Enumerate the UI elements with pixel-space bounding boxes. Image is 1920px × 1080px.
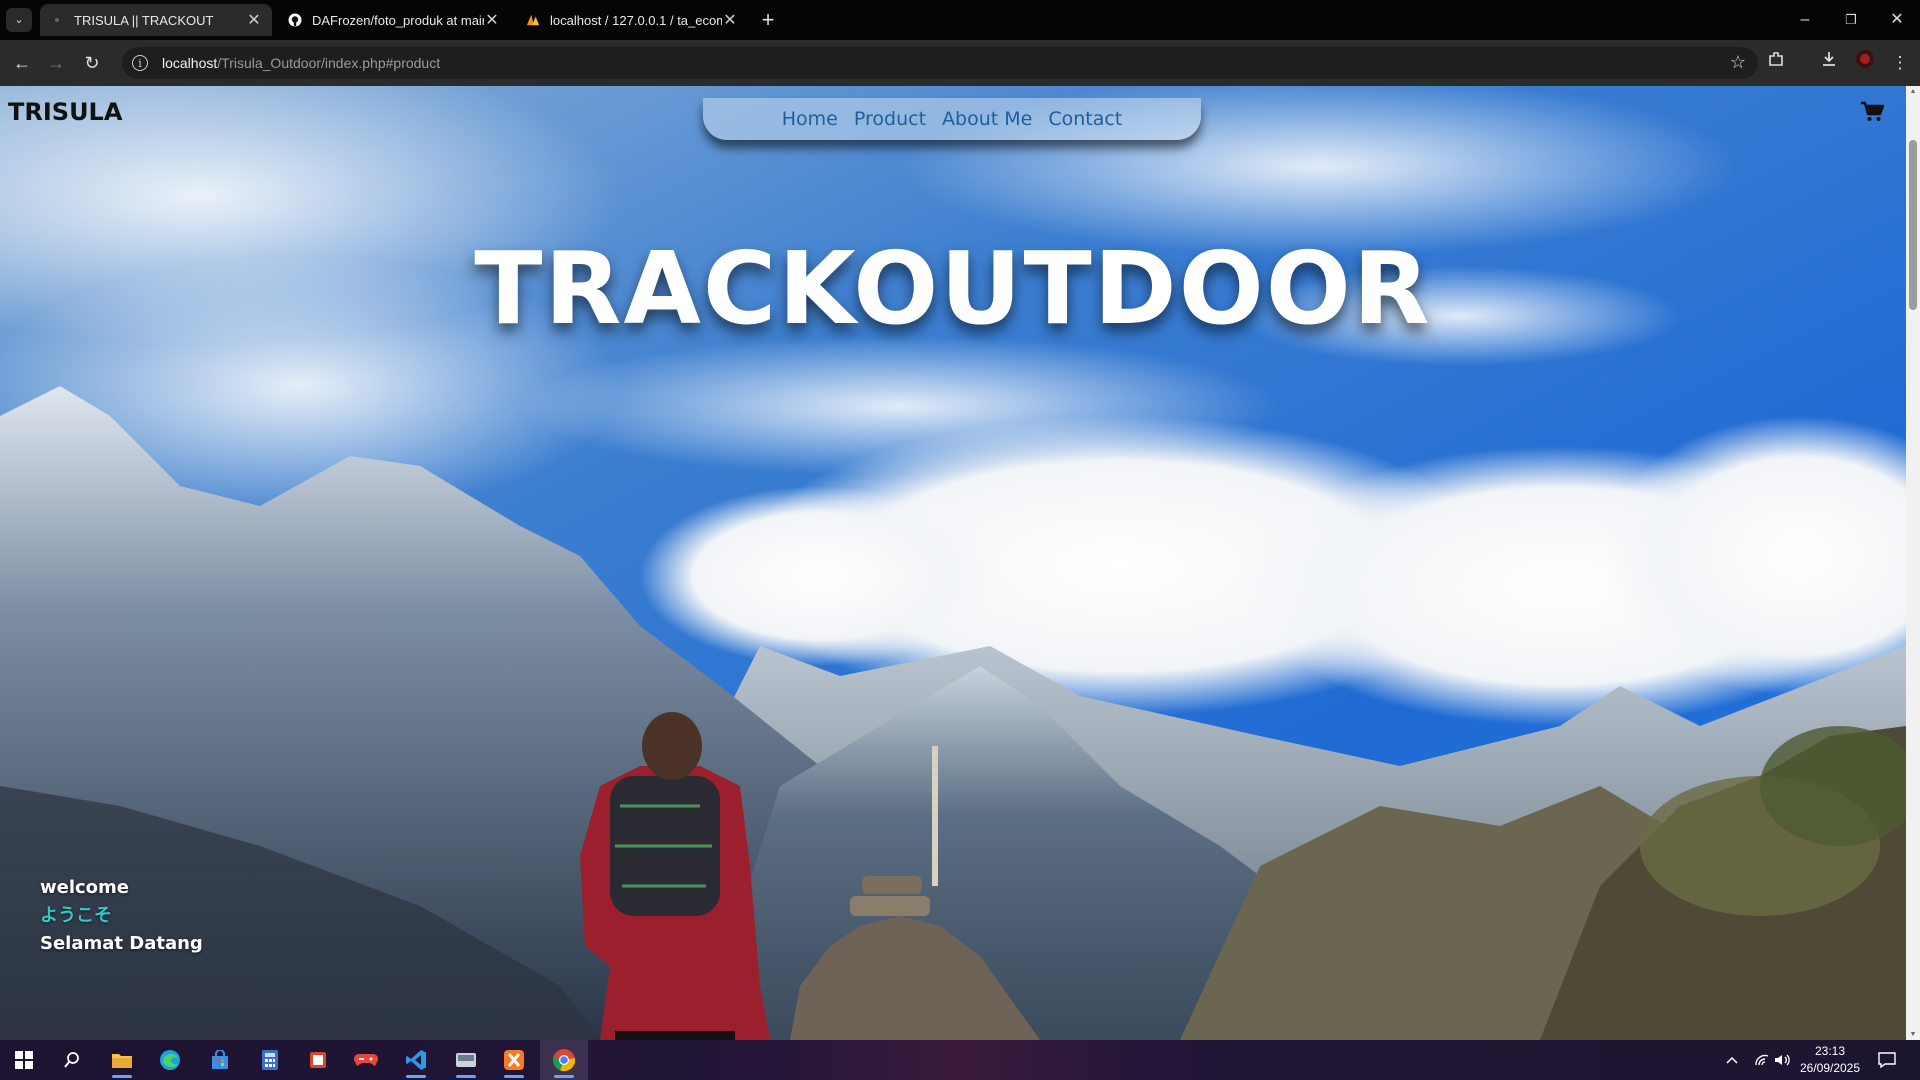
reload-icon[interactable]: ↻ bbox=[78, 49, 106, 77]
site-logo[interactable]: TRISULA bbox=[8, 98, 122, 126]
start-icon[interactable] bbox=[0, 1040, 48, 1080]
game-icon[interactable] bbox=[342, 1040, 390, 1080]
office-icon[interactable] bbox=[294, 1040, 342, 1080]
forward-icon[interactable]: → bbox=[42, 49, 70, 77]
nav-home[interactable]: Home bbox=[782, 108, 838, 130]
edge-icon[interactable] bbox=[146, 1040, 194, 1080]
scrollbar-thumb[interactable] bbox=[1909, 140, 1917, 310]
hero-headline: TRACKOUTDOOR bbox=[474, 230, 1432, 347]
tab-close-icon[interactable]: ✕ bbox=[246, 10, 262, 30]
tab-close-icon[interactable]: ✕ bbox=[484, 10, 500, 30]
taskbar-clock[interactable]: 23:13 26/09/2025 bbox=[1784, 1043, 1876, 1077]
profile-avatar[interactable] bbox=[1851, 49, 1879, 77]
xampp-icon[interactable] bbox=[490, 1040, 538, 1080]
address-bar[interactable]: i localhost/Trisula_Outdoor/index.php#pr… bbox=[122, 47, 1758, 79]
tab-title: TRISULA || TRACKOUT bbox=[74, 12, 214, 28]
nav-contact[interactable]: Contact bbox=[1048, 108, 1122, 130]
vscode-icon[interactable] bbox=[392, 1040, 440, 1080]
welcome-jp: ようこそ bbox=[40, 905, 112, 926]
web-page: TRISULA Home Product About Me Contact TR… bbox=[0, 86, 1906, 1040]
tray-overflow-icon[interactable] bbox=[1726, 1040, 1738, 1080]
file-explorer-icon[interactable] bbox=[98, 1040, 146, 1080]
scroll-up-icon[interactable]: ▲ bbox=[1908, 88, 1918, 95]
network-icon[interactable] bbox=[1754, 1040, 1770, 1080]
clock-date: 26/09/2025 bbox=[1799, 1061, 1861, 1075]
tab-close-icon[interactable]: ✕ bbox=[722, 10, 738, 30]
nav-product[interactable]: Product bbox=[854, 108, 926, 130]
tab-search-button[interactable]: ⌄ bbox=[6, 8, 32, 32]
tab-phpmyadmin[interactable]: localhost / 127.0.0.1 / ta_ecomm ✕ bbox=[516, 4, 748, 36]
app-icon[interactable] bbox=[442, 1040, 490, 1080]
site-info-icon[interactable]: i bbox=[132, 55, 148, 71]
bookmark-star-icon[interactable]: ☆ bbox=[1730, 52, 1746, 73]
site-nav: Home Product About Me Contact bbox=[703, 98, 1201, 140]
welcome-block: welcome ようこそ Selamat Datang bbox=[40, 874, 203, 958]
url-path: /Trisula_Outdoor/index.php#product bbox=[217, 55, 441, 71]
tab-trisula[interactable]: TRISULA || TRACKOUT ✕ bbox=[40, 4, 272, 36]
back-icon[interactable]: ← bbox=[8, 49, 36, 77]
clock-time: 23:13 bbox=[1814, 1044, 1846, 1058]
chrome-icon[interactable] bbox=[540, 1040, 588, 1080]
url-host: localhost bbox=[162, 55, 218, 71]
cart-icon[interactable] bbox=[1860, 101, 1885, 123]
browser-toolbar: ← → ↻ i localhost/Trisula_Outdoor/index.… bbox=[0, 40, 1920, 86]
new-tab-icon[interactable]: + bbox=[754, 6, 782, 34]
page-favicon-icon bbox=[50, 13, 64, 27]
browser-menu-icon[interactable]: ⋮ bbox=[1886, 49, 1914, 77]
close-window-icon[interactable]: ✕ bbox=[1874, 0, 1920, 40]
tab-title: localhost / 127.0.0.1 / ta_ecomm bbox=[550, 12, 722, 28]
notification-icon[interactable] bbox=[1878, 1040, 1896, 1080]
minimize-icon[interactable]: – bbox=[1782, 0, 1828, 40]
welcome-en: welcome bbox=[40, 877, 130, 898]
tab-title: DAFrozen/foto_produk at main bbox=[312, 12, 484, 28]
browser-tab-strip: ⌄ TRISULA || TRACKOUT ✕ DAFrozen/foto_pr… bbox=[0, 0, 1920, 40]
scroll-down-icon[interactable]: ▼ bbox=[1908, 1031, 1918, 1038]
github-icon bbox=[288, 13, 302, 27]
nav-about-me[interactable]: About Me bbox=[942, 108, 1032, 130]
windows-taskbar: 23:13 26/09/2025 bbox=[0, 1040, 1920, 1080]
welcome-id: Selamat Datang bbox=[40, 933, 203, 954]
search-icon[interactable] bbox=[48, 1040, 96, 1080]
tab-github[interactable]: DAFrozen/foto_produk at main ✕ bbox=[278, 4, 510, 36]
restore-icon[interactable]: ❐ bbox=[1828, 0, 1874, 40]
download-icon[interactable] bbox=[1815, 49, 1843, 77]
calculator-icon[interactable] bbox=[246, 1040, 294, 1080]
store-icon[interactable] bbox=[196, 1040, 244, 1080]
extensions-icon[interactable] bbox=[1762, 49, 1790, 77]
page-scrollbar[interactable]: ▲ ▼ bbox=[1906, 86, 1920, 1040]
phpmyadmin-icon bbox=[526, 13, 540, 27]
